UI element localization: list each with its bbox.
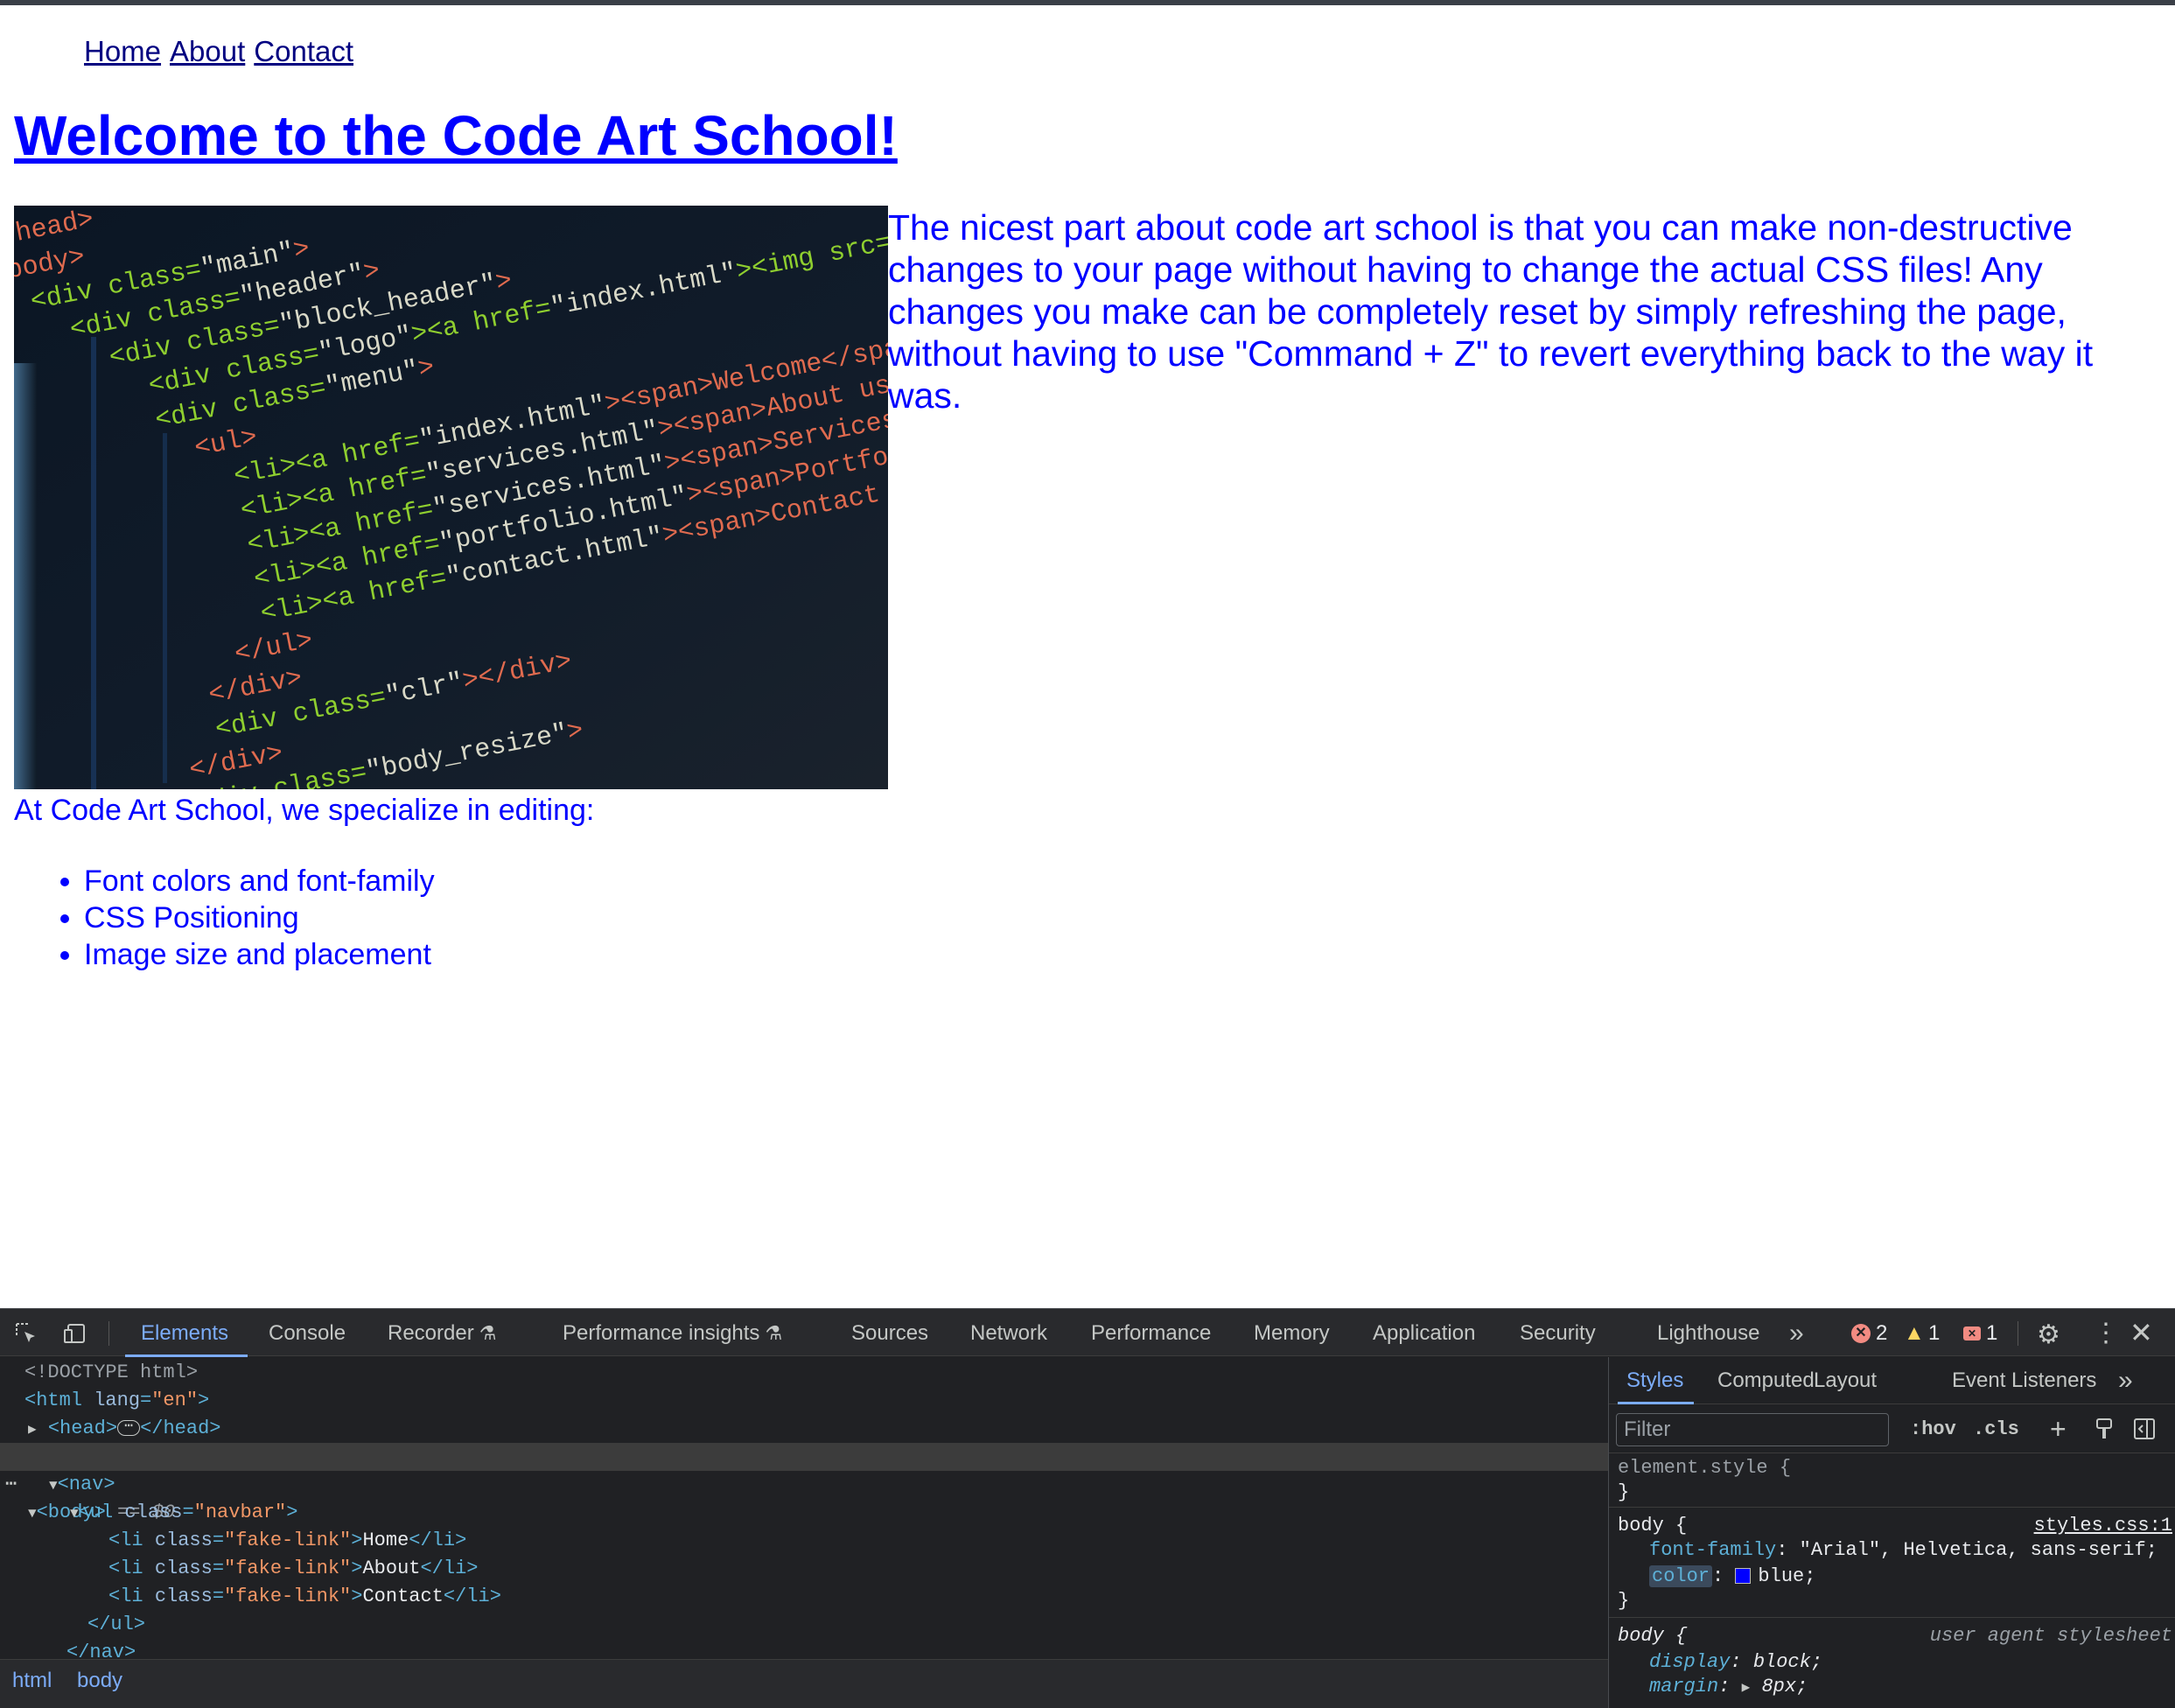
intro-paragraph: The nicest part about code art school is… [888,207,2094,416]
collapse-triangle-icon[interactable]: ▼ [49,1478,58,1494]
user-agent-body-rule[interactable]: body { user agent stylesheet display: bl… [1609,1618,2175,1708]
page-title[interactable]: Welcome to the Code Art School! [14,103,898,168]
collapsed-ellipsis-icon[interactable]: ⋯ [117,1419,141,1437]
dom-node-body[interactable]: ⋯ ▼<body> == $0 [0,1443,1608,1523]
code-screenshot-image: </head> <body> <div class="main"> <div clas… [14,206,888,789]
tab-event-listeners[interactable]: Event Listeners [1952,1357,2096,1404]
warning-badge[interactable]: ▲ 1 [1904,1321,1940,1346]
code-image-graphic: </head><body><div class="main"><div clas… [14,206,888,789]
dom-node-li[interactable]: <li class="fake-link">Contact</li> [108,1583,501,1611]
collapse-triangle-icon[interactable]: ▼ [28,1506,37,1522]
tab-elements[interactable]: Elements [124,1309,248,1357]
css-declaration-font-family[interactable]: font-family: "Arial", Helvetica, sans-se… [1649,1537,2158,1564]
row-actions-icon[interactable]: ⋯ [5,1471,17,1499]
toolbar-separator [108,1321,109,1346]
collapse-triangle-icon[interactable]: ▼ [70,1506,79,1522]
error-badge[interactable]: ✕ 2 [1851,1321,1887,1346]
list-item: CSS Positioning [60,900,435,936]
flask-icon: ⚗ [479,1322,497,1344]
warning-icon: ▲ [1904,1321,1925,1345]
hover-state-toggle[interactable]: :hov [1910,1418,1956,1440]
paint-brush-icon[interactable] [2092,1417,2116,1441]
gear-icon[interactable]: ⚙ [2037,1320,2060,1350]
dom-node-nav[interactable]: ▼<nav> [49,1471,115,1499]
nav-link-contact[interactable]: Contact [254,35,353,68]
dom-node-li[interactable]: <li class="fake-link">Home</li> [108,1527,466,1555]
styles-pane-tabs: Styles Computed Layout Event Listeners » [1609,1357,2175,1404]
tab-computed[interactable]: Computed [1717,1357,1815,1404]
body-style-rule[interactable]: body { styles.css:1 font-family: "Arial"… [1609,1508,2175,1618]
issue-count: 1 [1986,1321,1998,1345]
kebab-menu-icon[interactable]: ⋮ [2093,1318,2119,1348]
warning-count: 1 [1928,1321,1941,1345]
element-style-rule[interactable]: element.style { } [1609,1453,2175,1508]
tab-console[interactable]: Console [269,1309,346,1357]
devtools-toolbar: Elements Console Recorder ⚗ Performance i… [0,1308,2175,1357]
tab-performance-insights[interactable]: Performance insights ⚗ [563,1309,782,1357]
tab-sources[interactable]: Sources [851,1309,928,1357]
dom-node-head[interactable]: ▶ <head> ⋯ </head> [28,1415,220,1443]
tab-memory[interactable]: Memory [1254,1309,1330,1357]
dom-node-nav-close[interactable]: </nav> [66,1639,136,1659]
tab-recorder[interactable]: Recorder ⚗ [388,1309,496,1357]
rule-close-brace: } [1618,1481,1630,1503]
css-declaration-display[interactable]: display: block; [1649,1649,1822,1676]
issue-badge[interactable]: ✕ 1 [1963,1321,1997,1346]
expand-triangle-icon[interactable]: ▶ [28,1422,37,1438]
flask-icon: ⚗ [765,1322,783,1344]
more-panes-chevron-icon[interactable]: » [2118,1357,2133,1404]
styles-filter-row: :hov .cls + [1609,1404,2175,1453]
tab-recorder-label: Recorder [388,1321,474,1345]
nav-link-about[interactable]: About [170,35,245,68]
tab-network[interactable]: Network [970,1309,1047,1357]
navbar: Home About Contact [84,35,353,68]
elements-tree: <!DOCTYPE html> <html lang="en"> ▶ <head… [0,1357,1608,1659]
element-style-selector: element.style { [1618,1457,1792,1479]
tab-application[interactable]: Application [1373,1309,1475,1357]
page-viewport: Home About Contact Welcome to the Code A… [0,5,2175,1308]
tab-lighthouse[interactable]: Lighthouse [1657,1309,1759,1357]
color-swatch[interactable] [1735,1568,1752,1585]
rule-selector: body { [1618,1515,1688,1536]
styles-filter-input[interactable] [1616,1413,1889,1446]
dom-node-li[interactable]: <li class="fake-link">About</li> [108,1555,479,1583]
tab-performance-insights-label: Performance insights [563,1321,760,1345]
styles-pane: Styles Computed Layout Event Listeners »… [1608,1357,2175,1708]
rule-selector: body { [1618,1625,1688,1647]
close-icon[interactable]: ✕ [2130,1316,2153,1349]
expand-triangle-icon[interactable]: ▶ [1742,1680,1751,1696]
more-tabs-chevron-icon[interactable]: » [1789,1309,1804,1357]
nav-link-home[interactable]: Home [84,35,161,68]
dom-node-ul-close[interactable]: </ul> [87,1611,145,1639]
list-item: Image size and placement [60,936,435,973]
toggle-sidebar-icon[interactable] [2132,1417,2157,1441]
dom-node-ul[interactable]: ▼<ul class="navbar"> [70,1499,297,1527]
tab-performance[interactable]: Performance [1091,1309,1211,1357]
css-declaration-color[interactable]: color: blue; [1649,1564,1815,1590]
tab-layout[interactable]: Layout [1814,1357,1877,1404]
stylesheet-source-link[interactable]: styles.css:1 [2034,1513,2172,1539]
error-icon: ✕ [1851,1324,1871,1343]
error-count: 2 [1876,1321,1888,1345]
breadcrumb-body[interactable]: body [77,1669,122,1693]
user-agent-stylesheet-label: user agent stylesheet [1929,1625,2172,1647]
breadcrumb-html[interactable]: html [12,1669,52,1693]
dom-node-html[interactable]: <html lang="en"> [24,1387,209,1415]
class-toggle[interactable]: .cls [1973,1418,2019,1440]
skills-list: Font colors and font-family CSS Position… [60,863,435,973]
specialize-text: At Code Art School, we specialize in edi… [14,794,595,827]
tab-security[interactable]: Security [1520,1309,1596,1357]
issue-icon: ✕ [1963,1326,1981,1340]
device-toolbar-icon[interactable] [63,1321,87,1346]
tab-styles[interactable]: Styles [1617,1357,1695,1404]
breadcrumb: html body [0,1659,1608,1708]
list-item: Font colors and font-family [60,864,435,898]
new-style-rule-icon[interactable]: + [2050,1413,2067,1446]
css-declaration-margin[interactable]: margin: ▶ 8px; [1649,1674,1808,1700]
dom-node-doctype[interactable]: <!DOCTYPE html> [24,1359,198,1387]
rule-close-brace: } [1618,1590,1630,1612]
inspect-icon[interactable] [14,1321,38,1346]
devtools-panel: Elements Console Recorder ⚗ Performance i… [0,1308,2175,1708]
